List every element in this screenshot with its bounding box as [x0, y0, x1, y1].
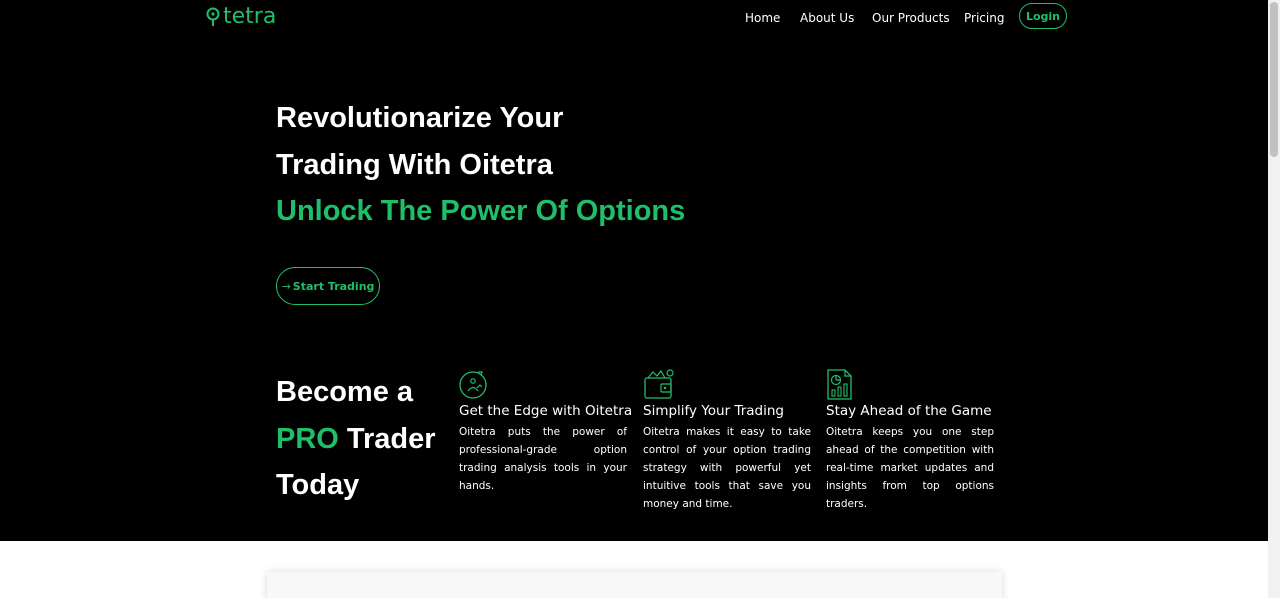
hero-subheading: Unlock The Power Of Options — [276, 195, 686, 227]
scrollbar-thumb[interactable] — [1270, 2, 1278, 157]
nav-home[interactable]: Home — [745, 11, 780, 25]
pro-heading-rest: Trader — [338, 423, 436, 455]
start-trading-button[interactable]: → Start Trading — [276, 267, 380, 305]
pro-highlight: PRO — [276, 423, 339, 455]
feature-description: Oitetra makes it easy to take control of… — [643, 426, 811, 510]
brand-logo[interactable]: tetra — [206, 5, 276, 29]
content-card — [267, 572, 1002, 598]
feature-title: Stay Ahead of the Game — [826, 403, 992, 419]
pro-heading-line-3: Today — [276, 469, 360, 501]
report-document-icon — [827, 369, 852, 400]
nav-about-us[interactable]: About Us — [800, 11, 854, 25]
feature-title: Get the Edge with Oitetra — [459, 403, 633, 419]
arrow-right-icon: → — [281, 279, 291, 293]
logo-text: tetra — [223, 4, 277, 29]
pro-heading-line-1: Become a — [276, 376, 414, 408]
feature-card: Stay Ahead of the Game Oitetra keeps you… — [826, 368, 994, 513]
nav-our-products[interactable]: Our Products — [872, 11, 950, 25]
hero-section: tetra Home About Us Our Products Pricing… — [0, 0, 1268, 541]
nav-pricing[interactable]: Pricing — [964, 11, 1004, 25]
page-scrollbar[interactable] — [1268, 0, 1280, 598]
chart-cycle-icon — [459, 371, 487, 399]
hero-heading-line-1: Revolutionarize Your — [276, 102, 564, 134]
feature-card: Get the Edge with Oitetra Oitetra puts t… — [459, 368, 633, 495]
start-trading-label: Start Trading — [292, 279, 375, 293]
login-button[interactable]: Login — [1019, 3, 1067, 29]
feature-description: Oitetra puts the power of professional-g… — [459, 426, 627, 492]
logo-icon — [206, 7, 220, 26]
wallet-icon — [644, 369, 674, 399]
feature-card: Simplify Your Trading Oitetra makes it e… — [643, 368, 811, 513]
feature-title: Simplify Your Trading — [643, 403, 784, 419]
hero-heading-line-2: Trading With Oitetra — [276, 149, 553, 181]
feature-description: Oitetra keeps you one step ahead of the … — [826, 426, 994, 510]
pro-heading-line-2: PRO Trader — [276, 422, 436, 456]
